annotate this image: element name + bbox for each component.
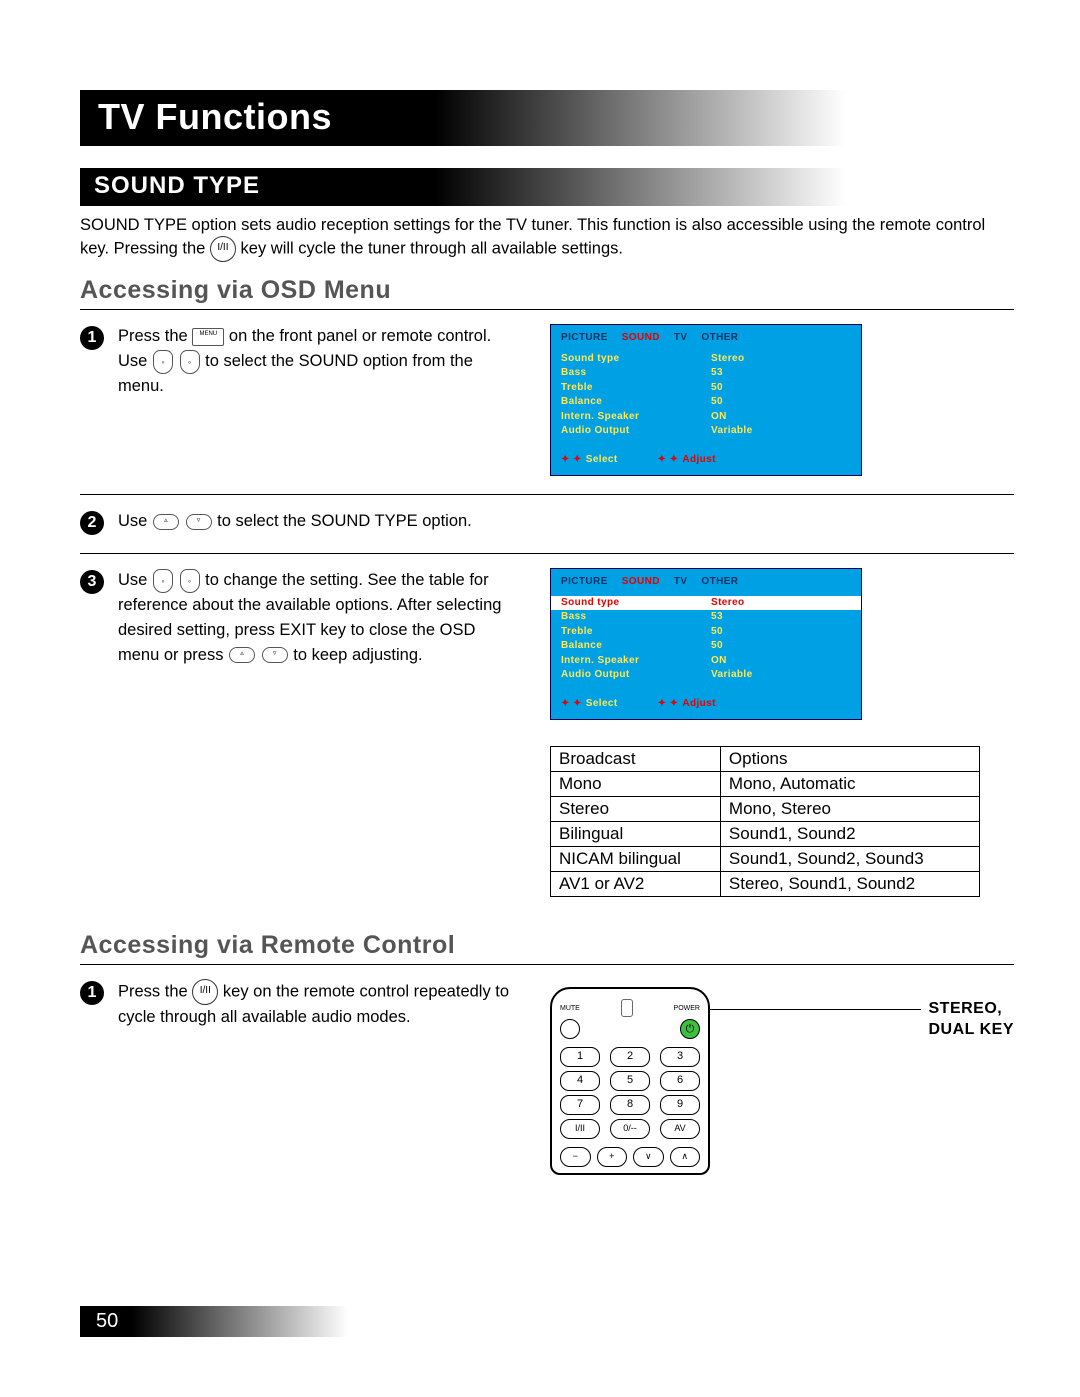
osd-v: 50 bbox=[711, 395, 723, 410]
osd-k-hl: Sound type bbox=[561, 596, 711, 611]
page-title: TV Functions bbox=[80, 90, 1014, 146]
left-arrow-key-icon: ◦ bbox=[153, 569, 173, 593]
step2-b: to select the SOUND TYPE option. bbox=[217, 512, 472, 530]
step-bullet-2: 2 bbox=[80, 511, 104, 535]
callout-line bbox=[710, 1009, 921, 1010]
step-bullet-3: 3 bbox=[80, 570, 104, 594]
step3-c: to keep adjusting. bbox=[293, 646, 422, 664]
osd-k: Intern. Speaker bbox=[561, 410, 711, 425]
osd-v: Stereo bbox=[711, 352, 745, 367]
osd-v: 50 bbox=[711, 639, 723, 654]
osd-foot-adjust: ✦ ✦Adjust bbox=[658, 453, 716, 468]
remote-step-1-text: Press the I/II key on the remote control… bbox=[118, 979, 520, 1030]
osd-foot-select: ✦ ✦Select bbox=[561, 453, 618, 468]
right-arrow-key-icon: ◦ bbox=[180, 569, 200, 593]
keypad-9: 9 bbox=[660, 1095, 700, 1115]
i-ii-key-icon: I/II bbox=[192, 979, 218, 1005]
osd-tab-tv: TV bbox=[674, 331, 688, 346]
keypad-4: 4 bbox=[560, 1071, 600, 1091]
osd-tab-tv: TV bbox=[674, 575, 688, 590]
keypad-5: 5 bbox=[610, 1071, 650, 1091]
osd-foot-adjust: ✦ ✦Adjust bbox=[658, 697, 716, 712]
remote-step-bullet-1: 1 bbox=[80, 981, 104, 1005]
osd-v: ON bbox=[711, 410, 727, 425]
osd-v: Variable bbox=[711, 668, 753, 683]
osd-v: ON bbox=[711, 654, 727, 669]
manual-page: TV Functions SOUND TYPE SOUND TYPE optio… bbox=[0, 0, 1080, 1397]
i-ii-key-icon: I/II bbox=[210, 236, 236, 262]
keypad-2: 2 bbox=[610, 1047, 650, 1067]
osd-tab-other: OTHER bbox=[701, 575, 738, 590]
left-arrow-key-icon: ◦ bbox=[153, 350, 173, 374]
osd-k: Treble bbox=[561, 381, 711, 396]
vol-up-icon: + bbox=[597, 1147, 628, 1167]
step-1-text: Press the on the front panel or remote c… bbox=[118, 324, 520, 398]
ch-down-icon: ∨ bbox=[633, 1147, 664, 1167]
vol-down-icon: − bbox=[560, 1147, 591, 1167]
keypad-7: 7 bbox=[560, 1095, 600, 1115]
osd-panel-2: PICTURE SOUND TV OTHER Sound typeStereo … bbox=[550, 568, 862, 720]
osd-k: Intern. Speaker bbox=[561, 654, 711, 669]
osd-tab-other: OTHER bbox=[701, 331, 738, 346]
osd-k: Balance bbox=[561, 639, 711, 654]
mute-button-icon bbox=[560, 1019, 580, 1039]
section-heading: SOUND TYPE bbox=[80, 168, 1014, 206]
keypad-8: 8 bbox=[610, 1095, 650, 1115]
remote-control-illustration: MUTE POWER ⏻ 1 2 3 4 bbox=[550, 987, 710, 1175]
keypad-3: 3 bbox=[660, 1047, 700, 1067]
osd-k: Bass bbox=[561, 366, 711, 381]
osd-tab-sound: SOUND bbox=[622, 575, 660, 590]
heading-remote: Accessing via Remote Control bbox=[80, 931, 1014, 965]
osd-tab-sound: SOUND bbox=[622, 331, 660, 346]
osd-tab-picture: PICTURE bbox=[561, 331, 608, 346]
remote-callout-caption: STEREO, DUAL KEY bbox=[929, 999, 1015, 1041]
osd-foot-select: ✦ ✦Select bbox=[561, 697, 618, 712]
ir-led-icon bbox=[621, 999, 633, 1017]
power-label: POWER bbox=[674, 1005, 700, 1012]
down-key-icon: ▿ bbox=[186, 514, 212, 530]
up-key-icon: ▵ bbox=[153, 514, 179, 530]
intro-text: SOUND TYPE option sets audio reception s… bbox=[80, 214, 1014, 262]
caption-b: DUAL KEY bbox=[929, 1021, 1015, 1038]
osd-v-hl: Stereo bbox=[711, 596, 745, 611]
step-2-text: Use ▵ ▿ to select the SOUND TYPE option. bbox=[118, 509, 472, 534]
osd-v: 50 bbox=[711, 381, 723, 396]
keypad-6: 6 bbox=[660, 1071, 700, 1091]
page-number: 50 bbox=[80, 1306, 512, 1337]
osd-panel-1: PICTURE SOUND TV OTHER Sound typeStereo … bbox=[550, 324, 862, 476]
keypad-1: 1 bbox=[560, 1047, 600, 1067]
osd-k: Treble bbox=[561, 625, 711, 640]
osd-tab-picture: PICTURE bbox=[561, 575, 608, 590]
osd-k: Bass bbox=[561, 610, 711, 625]
osd-k: Sound type bbox=[561, 352, 711, 367]
osd-v: 50 bbox=[711, 625, 723, 640]
power-button-icon: ⏻ bbox=[680, 1019, 700, 1039]
keypad-i-ii: I/II bbox=[560, 1119, 600, 1139]
heading-osd: Accessing via OSD Menu bbox=[80, 276, 1014, 310]
keypad-0: 0/-- bbox=[610, 1119, 650, 1139]
step2-a: Use bbox=[118, 512, 152, 530]
mute-label: MUTE bbox=[560, 1005, 580, 1012]
osd-k: Audio Output bbox=[561, 424, 711, 439]
step-bullet-1: 1 bbox=[80, 326, 104, 350]
osd-v: 53 bbox=[711, 610, 723, 625]
step3-a: Use bbox=[118, 571, 152, 589]
down-key-icon: ▿ bbox=[262, 647, 288, 663]
ch-up-icon: ∧ bbox=[670, 1147, 701, 1167]
osd-v: Variable bbox=[711, 424, 753, 439]
osd-k: Audio Output bbox=[561, 668, 711, 683]
keypad-av: AV bbox=[660, 1119, 700, 1139]
step-3-text: Use ◦ ◦ to change the setting. See the t… bbox=[118, 568, 520, 667]
osd-k: Balance bbox=[561, 395, 711, 410]
sound-type-reference-table: BroadcastOptions MonoMono, Automatic Ste… bbox=[550, 746, 980, 897]
right-arrow-key-icon: ◦ bbox=[180, 350, 200, 374]
osd-v: 53 bbox=[711, 366, 723, 381]
menu-key-icon bbox=[192, 328, 224, 346]
up-key-icon: ▵ bbox=[229, 647, 255, 663]
rstep1-a: Press the bbox=[118, 983, 192, 1001]
intro-part-b: key will cycle the tuner through all ava… bbox=[241, 240, 623, 258]
step1-a: Press the bbox=[118, 327, 192, 345]
caption-a: STEREO, bbox=[929, 1000, 1003, 1017]
